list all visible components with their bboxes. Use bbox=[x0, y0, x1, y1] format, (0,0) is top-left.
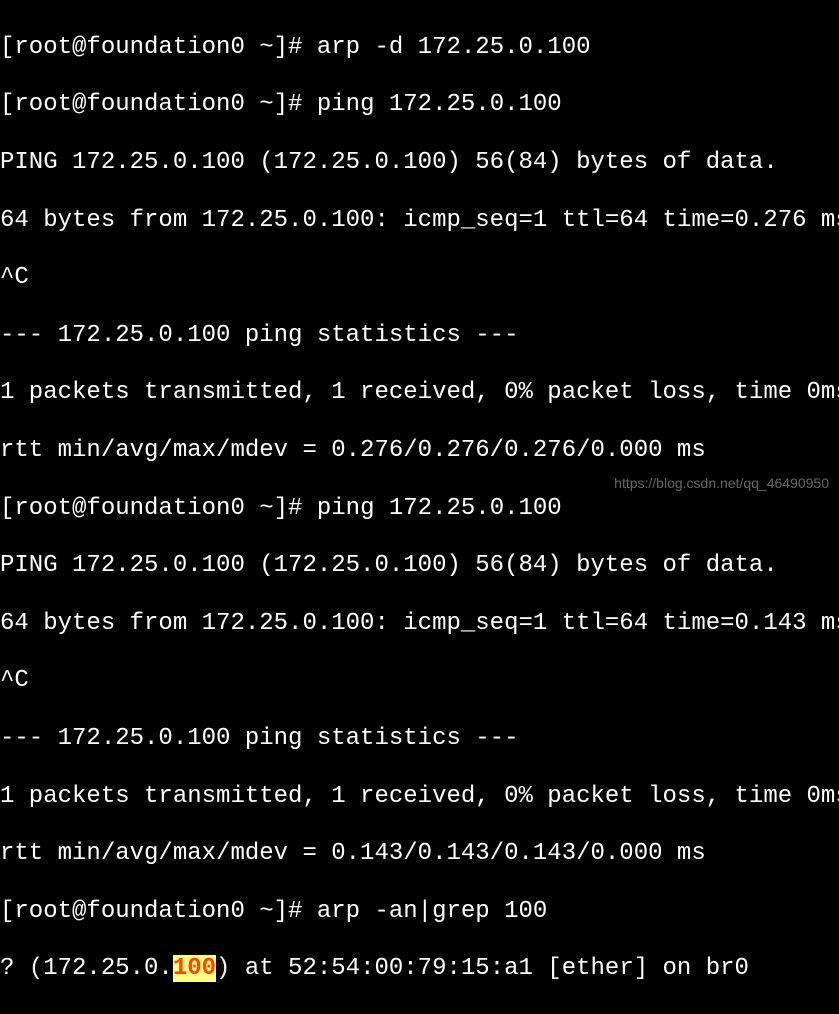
terminal-output: 64 bytes from 172.25.0.100: icmp_seq=1 t… bbox=[0, 610, 839, 639]
prompt: [root@foundation0 ~]# bbox=[0, 898, 317, 925]
terminal-output: PING 172.25.0.100 (172.25.0.100) 56(84) … bbox=[0, 149, 839, 178]
terminal-output: 1 packets transmitted, 1 received, 0% pa… bbox=[0, 783, 839, 812]
terminal-line: [root@foundation0 ~]# arp -d 172.25.0.10… bbox=[0, 34, 839, 63]
terminal-output: PING 172.25.0.100 (172.25.0.100) 56(84) … bbox=[0, 552, 839, 581]
prompt: [root@foundation0 ~]# bbox=[0, 91, 317, 118]
terminal-line: [root@foundation0 ~]# ping 172.25.0.100 bbox=[0, 91, 839, 120]
terminal-output: ? (172.25.0.100) at 52:54:00:79:15:a1 [e… bbox=[0, 955, 839, 984]
terminal-output: rtt min/avg/max/mdev = 0.143/0.143/0.143… bbox=[0, 840, 839, 869]
terminal-output: --- 172.25.0.100 ping statistics --- bbox=[0, 322, 839, 351]
command: ping 172.25.0.100 bbox=[317, 495, 562, 522]
terminal-output: rtt min/avg/max/mdev = 0.276/0.276/0.276… bbox=[0, 437, 839, 466]
prompt: [root@foundation0 ~]# bbox=[0, 1013, 317, 1014]
terminal-window[interactable]: [root@foundation0 ~]# arp -d 172.25.0.10… bbox=[0, 5, 839, 1014]
terminal-line: [root@foundation0 ~]# bbox=[0, 1013, 839, 1014]
prompt: [root@foundation0 ~]# bbox=[0, 34, 317, 61]
command: arp -an|grep 100 bbox=[317, 898, 547, 925]
command: arp -d 172.25.0.100 bbox=[317, 34, 591, 61]
output-part: ? (172.25.0. bbox=[0, 955, 173, 982]
terminal-output: ^C bbox=[0, 264, 839, 293]
grep-highlight: 100 bbox=[173, 955, 216, 982]
terminal-output: --- 172.25.0.100 ping statistics --- bbox=[0, 725, 839, 754]
terminal-output: 64 bytes from 172.25.0.100: icmp_seq=1 t… bbox=[0, 207, 839, 236]
terminal-output: 1 packets transmitted, 1 received, 0% pa… bbox=[0, 379, 839, 408]
terminal-line: [root@foundation0 ~]# arp -an|grep 100 bbox=[0, 898, 839, 927]
output-part: ) at 52:54:00:79:15:a1 [ether] on br0 bbox=[216, 955, 749, 982]
watermark: https://blog.csdn.net/qq_46490950 bbox=[614, 475, 829, 492]
terminal-output: ^C bbox=[0, 667, 839, 696]
command: ping 172.25.0.100 bbox=[317, 91, 562, 118]
terminal-line: [root@foundation0 ~]# ping 172.25.0.100 bbox=[0, 495, 839, 524]
prompt: [root@foundation0 ~]# bbox=[0, 495, 317, 522]
